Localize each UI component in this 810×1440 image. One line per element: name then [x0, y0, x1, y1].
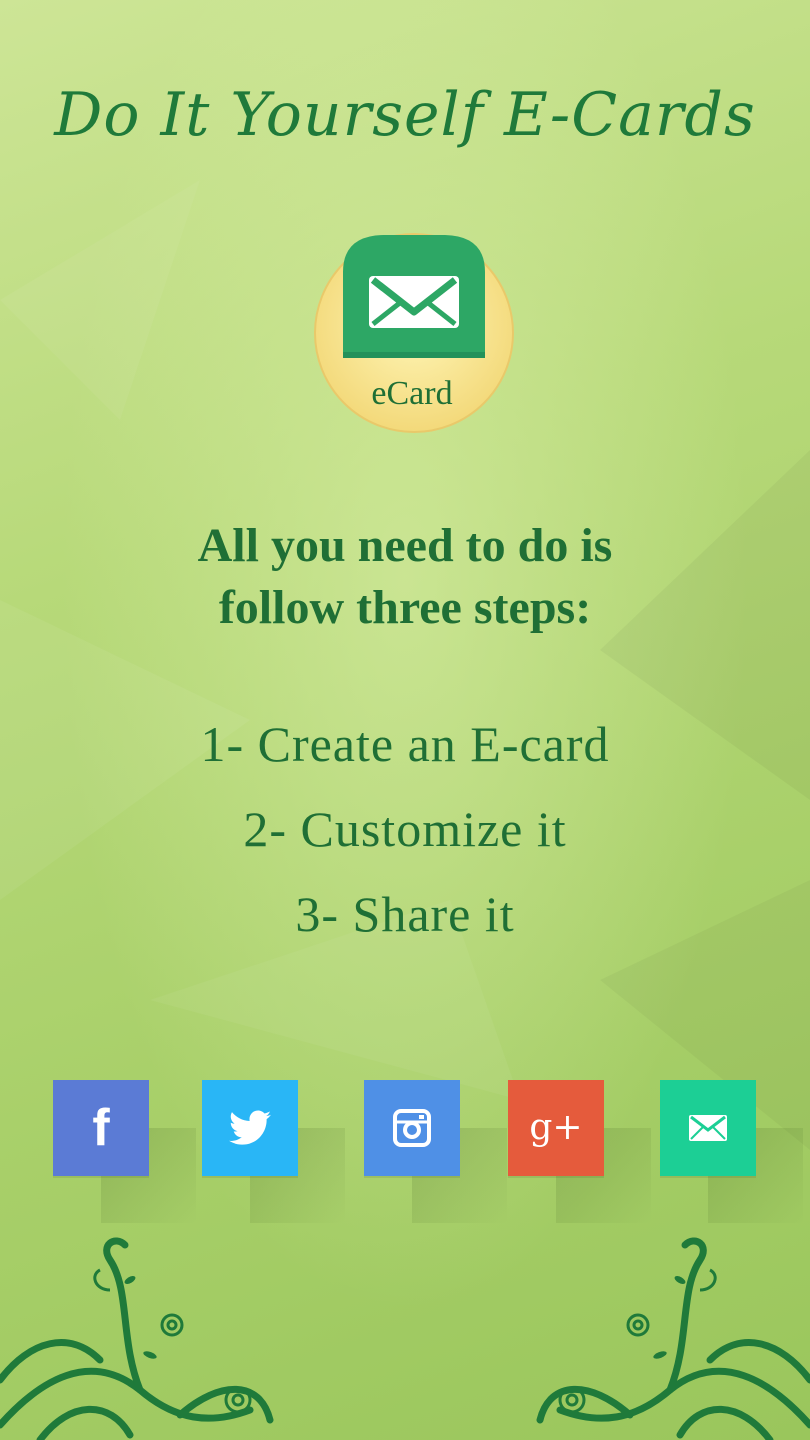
app-title: Do It Yourself E-Cards: [54, 80, 756, 150]
left-vine-ornament: [0, 1237, 274, 1440]
instagram-share-button[interactable]: [364, 1080, 460, 1176]
twitter-share-button[interactable]: [202, 1080, 298, 1176]
instagram-icon: [393, 1109, 431, 1147]
facebook-share-button[interactable]: f: [53, 1080, 149, 1176]
twitter-icon: [229, 1110, 271, 1145]
intro-text: All you need to do is follow three steps…: [0, 515, 810, 639]
step-2: 2- Customize it: [243, 801, 567, 857]
intro-line-2: follow three steps:: [218, 581, 592, 634]
facebook-icon: f: [92, 1099, 110, 1157]
right-vine-ornament: [536, 1237, 810, 1440]
step-3: 3- Share it: [295, 886, 515, 942]
ecard-label: eCard: [371, 375, 452, 412]
google-plus-icon: g+: [529, 1107, 583, 1148]
envelope-icon: [369, 276, 459, 328]
ecard-logo: eCard: [314, 233, 514, 433]
intro-line-1: All you need to do is: [197, 519, 613, 572]
google-plus-share-button[interactable]: g+: [508, 1080, 604, 1176]
step-1: 1- Create an E-card: [200, 716, 610, 772]
email-share-button[interactable]: [660, 1080, 756, 1176]
email-icon: [689, 1115, 727, 1141]
